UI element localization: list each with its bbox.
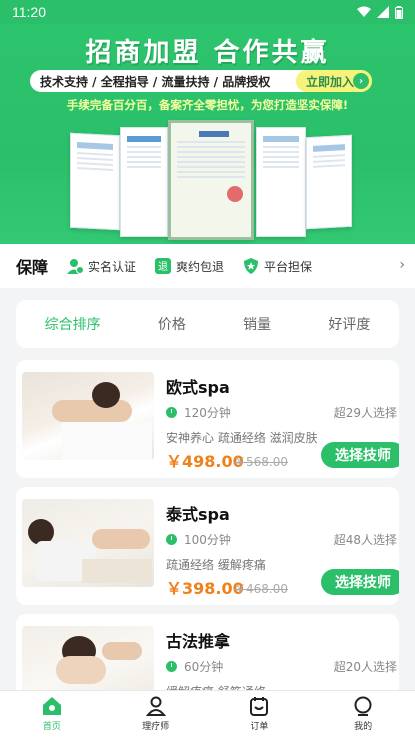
service-photo bbox=[22, 499, 154, 587]
status-bar: 11:20 bbox=[0, 0, 415, 24]
clock-icon bbox=[166, 407, 177, 418]
service-name: 古法推拿 bbox=[166, 632, 231, 651]
choose-therapist-button[interactable]: 选择技师 bbox=[321, 442, 399, 468]
sort-tab-comprehensive[interactable]: 综合排序 bbox=[45, 314, 101, 334]
arrow-right-icon: › bbox=[353, 73, 369, 89]
service-duration: 120分钟 bbox=[166, 404, 231, 421]
service-photo bbox=[22, 372, 154, 460]
service-duration: 100分钟 bbox=[166, 531, 231, 548]
service-name: 欧式spa bbox=[166, 378, 230, 397]
tab-orders[interactable]: 订单 bbox=[208, 691, 312, 737]
franchise-banner[interactable]: 招商加盟 合作共赢 技术支持 / 全程指导 / 流量扶持 / 品牌授权 立即加入… bbox=[0, 24, 415, 244]
chevron-right-icon[interactable]: › bbox=[399, 257, 405, 273]
guarantee-title: 保障 bbox=[16, 258, 49, 277]
guarantee-item-label: 平台担保 bbox=[264, 259, 313, 274]
battery-icon bbox=[395, 5, 403, 19]
service-name: 泰式spa bbox=[166, 505, 230, 524]
shield-star-icon bbox=[244, 258, 259, 274]
signal-icon bbox=[377, 6, 389, 18]
verified-user-icon bbox=[67, 259, 85, 274]
sort-tab-sales[interactable]: 销量 bbox=[243, 314, 271, 334]
tab-home-label: 首页 bbox=[42, 722, 61, 732]
certificate-image bbox=[306, 134, 352, 230]
tab-therapists[interactable]: 理疗师 bbox=[104, 691, 208, 737]
service-tags: 安神养心 疏通经络 滋润皮肤 bbox=[166, 431, 318, 445]
sort-tabs: 综合排序 价格 销量 好评度 bbox=[16, 300, 399, 348]
banner-pill-text: 技术支持 / 全程指导 / 流量扶持 / 品牌授权 bbox=[40, 74, 271, 89]
guarantee-bar[interactable]: 保障 实名认证 退 爽约包退 平台担保 › bbox=[0, 244, 415, 288]
service-selected-count: 超48人选择 bbox=[333, 533, 397, 547]
join-now-button[interactable]: 立即加入 › bbox=[295, 70, 372, 92]
service-card[interactable]: 泰式spa 100分钟 超48人选择 疏通经络 缓解疼痛 ￥398.00 ￥46… bbox=[16, 487, 399, 605]
service-selected-count: 超29人选择 bbox=[333, 406, 397, 420]
home-icon bbox=[42, 697, 61, 715]
certificate-image bbox=[168, 120, 254, 240]
service-original-price: ￥468.00 bbox=[234, 582, 288, 596]
tab-profile-label: 我的 bbox=[354, 722, 373, 732]
tab-orders-label: 订单 bbox=[250, 722, 269, 732]
join-now-label: 立即加入 bbox=[305, 74, 354, 89]
service-tags: 疏通经络 缓解疼痛 bbox=[166, 558, 266, 572]
user-icon bbox=[145, 696, 166, 716]
service-price: ￥398.00 bbox=[166, 579, 244, 598]
order-icon bbox=[250, 697, 269, 716]
refund-icon: 退 bbox=[155, 258, 172, 274]
clock-icon bbox=[166, 661, 177, 672]
service-duration-text: 120分钟 bbox=[184, 406, 231, 420]
status-time: 11:20 bbox=[12, 4, 46, 20]
certificate-image bbox=[256, 127, 306, 237]
certificate-image bbox=[70, 132, 120, 231]
choose-therapist-button[interactable]: 选择技师 bbox=[321, 569, 399, 595]
guarantee-item-label: 实名认证 bbox=[88, 259, 137, 274]
sort-tab-price[interactable]: 价格 bbox=[158, 314, 186, 334]
service-duration-text: 60分钟 bbox=[184, 660, 224, 674]
sort-tab-rating[interactable]: 好评度 bbox=[328, 314, 370, 334]
guarantee-item-verified: 实名认证 bbox=[66, 257, 136, 275]
profile-icon bbox=[354, 696, 372, 716]
service-duration: 60分钟 bbox=[166, 658, 223, 675]
guarantee-item-refund: 退 爽约包退 bbox=[154, 257, 224, 275]
banner-title: 招商加盟 合作共赢 bbox=[85, 38, 330, 68]
guarantee-item-platform: 平台担保 bbox=[242, 257, 312, 275]
banner-subtitle: 手续完备百分百，备案齐全零担忧，为您打造坚实保障! bbox=[66, 98, 349, 112]
bottom-tab-bar: 首页 理疗师 订单 我的 bbox=[0, 690, 415, 737]
tab-home[interactable]: 首页 bbox=[0, 691, 104, 737]
service-selected-count: 超20人选择 bbox=[333, 660, 397, 674]
wifi-icon bbox=[357, 6, 371, 17]
service-original-price: ￥568.00 bbox=[234, 455, 288, 469]
certificate-image bbox=[120, 127, 168, 237]
clock-icon bbox=[166, 534, 177, 545]
service-duration-text: 100分钟 bbox=[184, 533, 231, 547]
guarantee-item-label: 爽约包退 bbox=[176, 259, 225, 274]
tab-profile[interactable]: 我的 bbox=[311, 691, 415, 737]
tab-therapists-label: 理疗师 bbox=[142, 722, 170, 732]
banner-feature-pill: 技术支持 / 全程指导 / 流量扶持 / 品牌授权 立即加入 › bbox=[30, 70, 372, 92]
service-price: ￥498.00 bbox=[166, 452, 244, 471]
service-card[interactable]: 欧式spa 120分钟 超29人选择 安神养心 疏通经络 滋润皮肤 ￥498.0… bbox=[16, 360, 399, 478]
svg-text:退: 退 bbox=[158, 261, 168, 273]
